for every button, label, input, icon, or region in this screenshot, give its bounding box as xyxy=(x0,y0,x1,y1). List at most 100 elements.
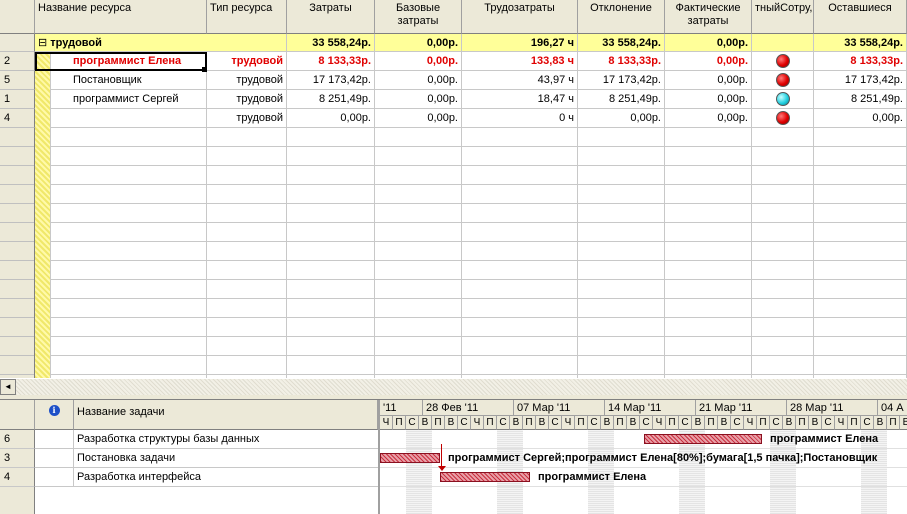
cell-variance[interactable]: 8 133,33р. xyxy=(578,52,665,71)
empty-cell[interactable] xyxy=(752,185,814,204)
empty-cell[interactable] xyxy=(665,242,752,261)
empty-cell[interactable] xyxy=(51,261,207,280)
col-header-work[interactable]: Трудозатраты xyxy=(462,0,578,34)
empty-cell[interactable] xyxy=(665,356,752,375)
empty-cell[interactable] xyxy=(462,337,578,356)
empty-cell[interactable] xyxy=(814,337,907,356)
cell-name[interactable] xyxy=(51,109,207,128)
empty-cell[interactable] xyxy=(752,204,814,223)
empty-cell[interactable] xyxy=(814,223,907,242)
empty-cell[interactable] xyxy=(375,356,462,375)
empty-cell[interactable] xyxy=(814,204,907,223)
cell-variance[interactable]: 0,00р. xyxy=(578,109,665,128)
row-header[interactable]: 1 xyxy=(0,90,35,109)
cell-remaining[interactable]: 8 133,33р. xyxy=(814,52,907,71)
empty-cell[interactable] xyxy=(375,185,462,204)
empty-cell[interactable] xyxy=(578,261,665,280)
empty-cell[interactable] xyxy=(51,280,207,299)
empty-cell[interactable] xyxy=(375,337,462,356)
empty-cell[interactable] xyxy=(814,185,907,204)
empty-cell[interactable] xyxy=(665,147,752,166)
empty-cell[interactable] xyxy=(752,280,814,299)
empty-cell[interactable] xyxy=(462,128,578,147)
empty-cell[interactable] xyxy=(752,337,814,356)
task-name-cell[interactable]: Разработка интерфейса xyxy=(74,468,378,487)
empty-cell[interactable] xyxy=(752,356,814,375)
empty-cell[interactable] xyxy=(665,280,752,299)
empty-cell[interactable] xyxy=(752,166,814,185)
cell-remaining[interactable]: 8 251,49р. xyxy=(814,90,907,109)
cell-name[interactable]: Постановщик xyxy=(51,71,207,90)
empty-cell[interactable] xyxy=(665,337,752,356)
empty-cell[interactable] xyxy=(665,128,752,147)
empty-cell[interactable] xyxy=(578,242,665,261)
empty-cell[interactable] xyxy=(665,185,752,204)
cell-baseline[interactable]: 0,00р. xyxy=(375,90,462,109)
empty-cell[interactable] xyxy=(287,318,375,337)
cell-work[interactable]: 18,47 ч xyxy=(462,90,578,109)
group-row-name[interactable]: ⊟ трудовой xyxy=(35,34,287,52)
empty-cell[interactable] xyxy=(462,318,578,337)
empty-cell[interactable] xyxy=(578,128,665,147)
row-header[interactable]: 4 xyxy=(0,109,35,128)
cell-baseline[interactable]: 0,00р. xyxy=(375,109,462,128)
cell-type[interactable]: трудовой xyxy=(207,109,287,128)
cell-work[interactable]: 0 ч xyxy=(462,109,578,128)
empty-cell[interactable] xyxy=(51,185,207,204)
cell-work[interactable]: 43,97 ч xyxy=(462,71,578,90)
cell-cost[interactable]: 0,00р. xyxy=(287,109,375,128)
collapse-toggle-icon[interactable]: ⊟ xyxy=(38,37,47,49)
empty-cell[interactable] xyxy=(578,337,665,356)
task-name-cell[interactable]: Разработка структуры базы данных xyxy=(74,430,378,449)
empty-cell[interactable] xyxy=(287,337,375,356)
empty-cell[interactable] xyxy=(207,318,287,337)
empty-cell[interactable] xyxy=(287,299,375,318)
empty-cell[interactable] xyxy=(207,185,287,204)
row-header[interactable]: 5 xyxy=(0,71,35,90)
empty-cell[interactable] xyxy=(578,223,665,242)
empty-cell[interactable] xyxy=(51,204,207,223)
empty-cell[interactable] xyxy=(287,204,375,223)
col-header-resource-type[interactable]: Тип ресурса xyxy=(207,0,287,34)
empty-cell[interactable] xyxy=(814,128,907,147)
cell-variance[interactable]: 8 251,49р. xyxy=(578,90,665,109)
empty-cell[interactable] xyxy=(665,223,752,242)
empty-cell[interactable] xyxy=(665,299,752,318)
cell-baseline[interactable]: 0,00р. xyxy=(375,52,462,71)
gantt-task-bar[interactable] xyxy=(380,453,440,463)
cell-actual[interactable]: 0,00р. xyxy=(665,109,752,128)
empty-cell[interactable] xyxy=(462,356,578,375)
empty-cell[interactable] xyxy=(578,356,665,375)
gantt-task-bar[interactable] xyxy=(644,434,762,444)
empty-cell[interactable] xyxy=(462,299,578,318)
cell-actual[interactable]: 0,00р. xyxy=(665,90,752,109)
empty-cell[interactable] xyxy=(578,147,665,166)
cell-work[interactable]: 133,83 ч xyxy=(462,52,578,71)
cell-remaining[interactable]: 0,00р. xyxy=(814,109,907,128)
empty-cell[interactable] xyxy=(375,299,462,318)
cell-actual[interactable]: 0,00р. xyxy=(665,71,752,90)
gantt-chart[interactable]: '11 28 Фев '11 07 Мар '11 14 Мар '11 21 Мар … xyxy=(378,400,907,514)
fill-handle[interactable] xyxy=(202,67,207,72)
cell-type[interactable]: трудовой xyxy=(207,71,287,90)
empty-cell[interactable] xyxy=(207,356,287,375)
empty-cell[interactable] xyxy=(287,223,375,242)
empty-cell[interactable] xyxy=(287,356,375,375)
empty-cell[interactable] xyxy=(462,242,578,261)
empty-cell[interactable] xyxy=(51,337,207,356)
cell-baseline[interactable]: 0,00р. xyxy=(375,71,462,90)
empty-cell[interactable] xyxy=(814,166,907,185)
cell-name[interactable]: программист Сергей xyxy=(51,90,207,109)
empty-cell[interactable] xyxy=(375,147,462,166)
task-select-corner[interactable] xyxy=(0,400,35,430)
task-row-header[interactable]: 4 xyxy=(0,468,35,487)
cell-name[interactable]: программист Елена xyxy=(51,52,207,71)
cell-variance[interactable]: 17 173,42р. xyxy=(578,71,665,90)
task-row-header[interactable]: 3 xyxy=(0,449,35,468)
empty-cell[interactable] xyxy=(287,128,375,147)
empty-cell[interactable] xyxy=(207,166,287,185)
task-indicator-cell[interactable] xyxy=(35,449,74,468)
empty-cell[interactable] xyxy=(207,204,287,223)
scrollbar-track[interactable] xyxy=(16,379,907,395)
empty-cell[interactable] xyxy=(207,147,287,166)
